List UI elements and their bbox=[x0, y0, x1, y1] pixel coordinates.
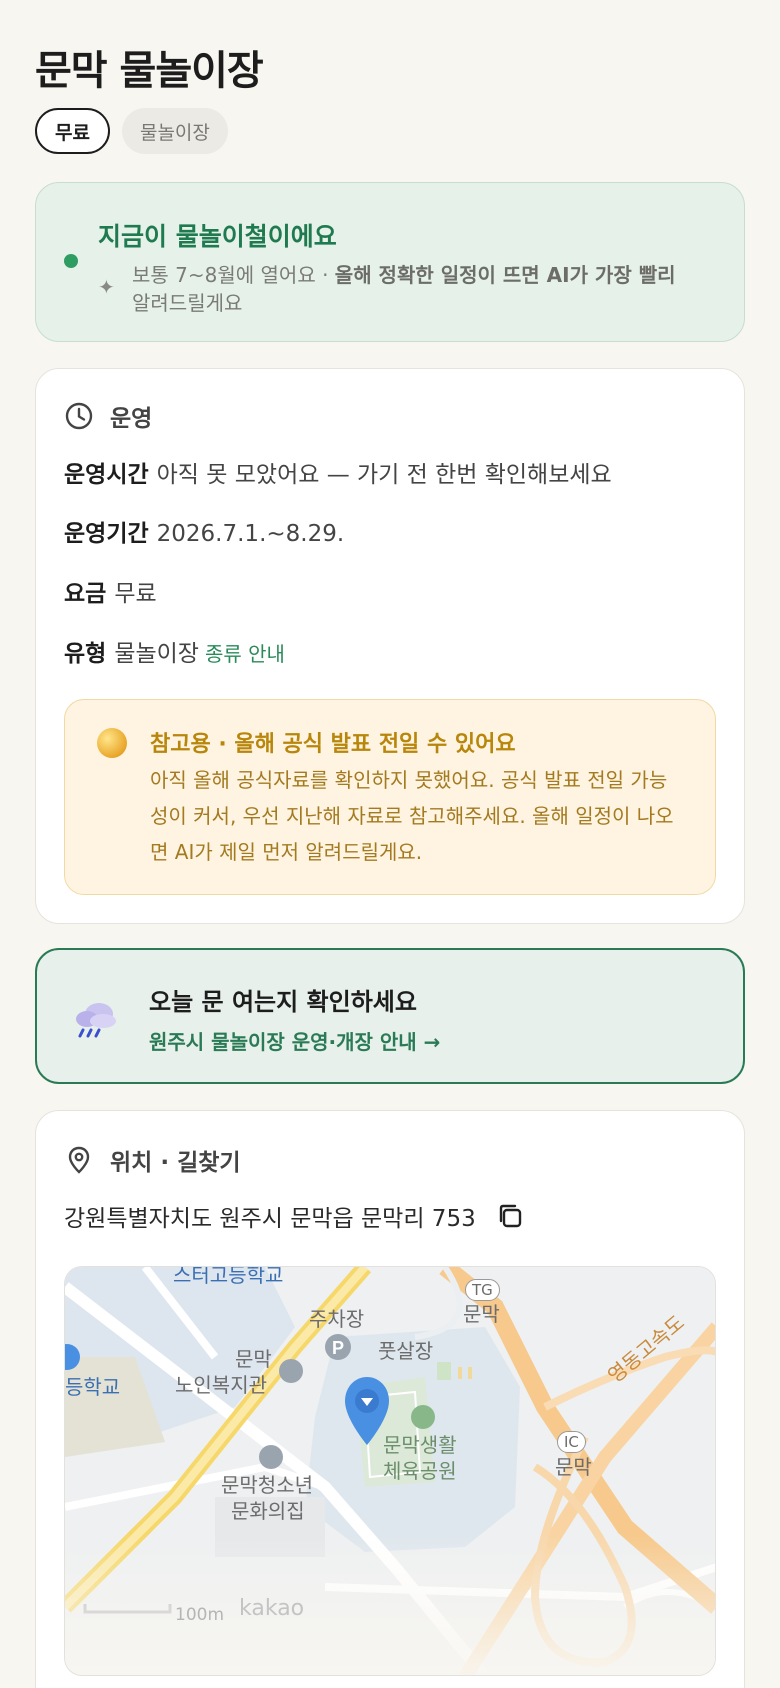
location-map[interactable]: P 스터고등학교 TG 문막 주차장 풋살장 문막 노인복지관 등학교 문막생활… bbox=[64, 1266, 716, 1676]
notice-body: 아직 올해 공식자료를 확인하지 못했어요. 공식 발표 전일 가능성이 커서,… bbox=[150, 768, 674, 864]
season-sub-bold: 올해 정확한 일정이 뜨면 AI가 가장 빨리 bbox=[334, 263, 676, 287]
map-badge-tg: TG bbox=[465, 1279, 500, 1301]
operation-title: 운영 bbox=[110, 406, 153, 432]
open-check-title: 오늘 문 여는지 확인하세요 bbox=[149, 988, 417, 1016]
clock-icon bbox=[65, 402, 93, 430]
season-sub-tail: 알려드릴게요 bbox=[132, 291, 243, 315]
map-badge-ic: IC bbox=[557, 1431, 586, 1453]
info-value: 아직 못 모았어요 — 가기 전 한번 확인해보세요 bbox=[156, 462, 612, 488]
map-label-elder-2: 노인복지관 bbox=[175, 1373, 267, 1397]
map-label-park-2: 체육공원 bbox=[383, 1459, 457, 1483]
season-title: 지금이 물놀이철이에요 bbox=[98, 222, 337, 251]
map-label-youth-1: 문막청소년 bbox=[221, 1473, 313, 1497]
status-dot-icon bbox=[64, 254, 78, 268]
moon-icon bbox=[97, 728, 127, 758]
info-row-fee: 요금 무료 bbox=[64, 574, 157, 608]
map-label-youth-2: 문화의집 bbox=[231, 1499, 305, 1523]
operation-header: 운영 bbox=[64, 399, 152, 433]
rain-cloud-icon bbox=[76, 1003, 116, 1038]
address-row: 강원특별자치도 원주시 문막읍 문막리 753 bbox=[64, 1199, 524, 1233]
chip-water-play[interactable]: 물놀이장 bbox=[121, 108, 228, 154]
sparkle-icon: ✦ bbox=[98, 275, 115, 299]
info-row-period: 운영기간 2026.7.1.~8.29. bbox=[64, 514, 344, 548]
map-pin-icon bbox=[68, 1146, 90, 1174]
info-key: 요금 bbox=[64, 581, 107, 607]
season-sub-plain: 보통 7~8월에 열어요 · bbox=[132, 263, 335, 287]
map-scale-label: 100m bbox=[175, 1605, 225, 1625]
map-label-parking: 주차장 bbox=[309, 1307, 365, 1331]
info-row-hours: 운영시간 아직 못 모았어요 — 가기 전 한번 확인해보세요 bbox=[64, 455, 612, 489]
location-title: 위치 · 길찾기 bbox=[110, 1150, 241, 1176]
map-label-tg-name: 문막 bbox=[463, 1302, 500, 1326]
season-subtitle: ✦ 보통 7~8월에 열어요 · 올해 정확한 일정이 뜨면 AI가 가장 빨리… bbox=[98, 261, 718, 317]
info-value: 무료 bbox=[114, 581, 157, 607]
map-label-futsal: 풋살장 bbox=[378, 1339, 434, 1363]
type-guide-link[interactable]: 종류 안내 bbox=[205, 642, 285, 666]
map-label-school-left: 등학교 bbox=[65, 1375, 121, 1399]
season-card: 지금이 물놀이철이에요 ✦ 보통 7~8월에 열어요 · 올해 정확한 일정이 … bbox=[35, 182, 745, 342]
page-title: 문막 물놀이장 bbox=[35, 48, 264, 94]
info-row-type: 유형 물놀이장 종류 안내 bbox=[64, 634, 285, 668]
kakao-logo: kakao bbox=[239, 1596, 305, 1621]
copy-icon[interactable] bbox=[496, 1202, 524, 1230]
info-key: 운영기간 bbox=[64, 521, 149, 547]
notice-title: 참고용 · 올해 공식 발표 전일 수 있어요 bbox=[150, 732, 516, 757]
address-text: 강원특별자치도 원주시 문막읍 문막리 753 bbox=[64, 1206, 476, 1232]
operation-card: 운영 운영시간 아직 못 모았어요 — 가기 전 한번 확인해보세요 운영기간 20… bbox=[35, 368, 745, 924]
info-value: 물놀이장 bbox=[114, 641, 199, 667]
chip-free[interactable]: 무료 bbox=[35, 108, 110, 154]
reference-notice: 참고용 · 올해 공식 발표 전일 수 있어요 아직 올해 공식자료를 확인하지… bbox=[64, 699, 716, 895]
tag-chips: 무료 물놀이장 bbox=[35, 108, 228, 154]
map-label-park-1: 문막생활 bbox=[383, 1433, 457, 1457]
location-header: 위치 · 길찾기 bbox=[64, 1143, 241, 1177]
map-label-elder-1: 문막 bbox=[235, 1347, 272, 1371]
svg-text:P: P bbox=[332, 1338, 344, 1358]
info-value: 2026.7.1.~8.29. bbox=[156, 521, 345, 547]
info-key: 운영시간 bbox=[64, 462, 149, 488]
map-label-school-top: 스터고등학교 bbox=[173, 1266, 284, 1287]
info-key: 유형 bbox=[64, 641, 107, 667]
location-card: 위치 · 길찾기 강원특별자치도 원주시 문막읍 문막리 753 P 스터고등학… bbox=[35, 1110, 745, 1688]
open-check-card[interactable]: 오늘 문 여는지 확인하세요 원주시 물놀이장 운영·개장 안내 → bbox=[35, 948, 745, 1084]
map-fade bbox=[65, 1535, 715, 1675]
map-label-ic-name: 문막 bbox=[555, 1455, 592, 1479]
open-check-link[interactable]: 원주시 물놀이장 운영·개장 안내 → bbox=[149, 1026, 440, 1055]
